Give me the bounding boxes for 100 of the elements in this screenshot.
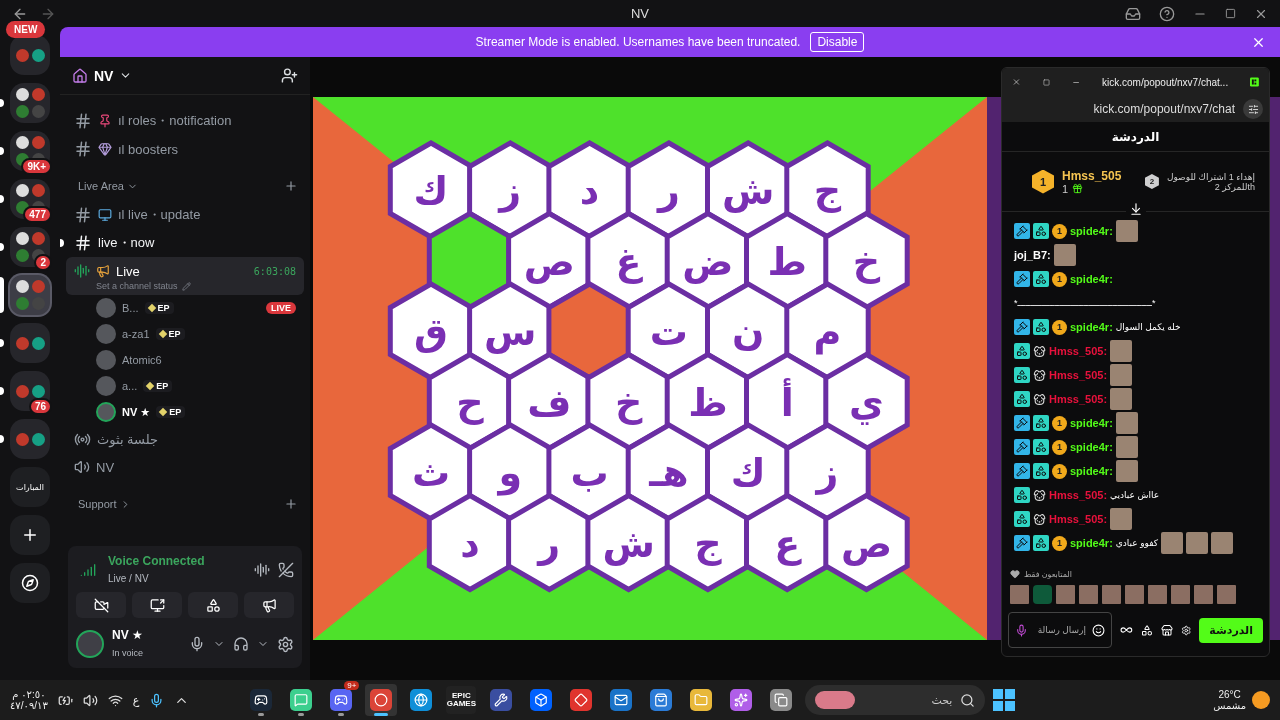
voice-member[interactable]: a... EP: [66, 373, 304, 399]
message-input[interactable]: إرسال رسالة: [1032, 624, 1088, 636]
chat-username[interactable]: spide4r:: [1070, 537, 1113, 549]
gavel-badge-icon: [1014, 463, 1030, 479]
search-input[interactable]: بحث: [861, 693, 955, 707]
sun-icon[interactable]: [1252, 691, 1270, 709]
discover-button[interactable]: [10, 563, 50, 603]
voice-member[interactable]: Atomic6: [66, 347, 304, 373]
server-pip: [0, 387, 4, 395]
server-name[interactable]: NV: [94, 67, 114, 84]
add-channel-icon[interactable]: [284, 179, 298, 193]
category-name[interactable]: Live Area: [78, 180, 124, 192]
server-folder-drawing[interactable]: [10, 83, 50, 123]
maximize-icon[interactable]: [1042, 76, 1050, 88]
microphone-icon[interactable]: [1015, 622, 1028, 638]
text-channel[interactable]: ıl roles・notification: [66, 107, 304, 135]
house-icon: [72, 67, 88, 84]
server-icon-drawing[interactable]: [10, 371, 50, 411]
chat-username[interactable]: Hmss_505:: [1049, 369, 1108, 381]
running-indicator: [374, 713, 389, 716]
taskbar-app[interactable]: 9+: [325, 684, 358, 716]
clock-time[interactable]: ٠٢:٥٠ م: [12, 689, 46, 700]
noise-icon[interactable]: [254, 562, 270, 578]
goal-text: للمركز 2th: [1214, 181, 1255, 192]
camera-off-icon[interactable]: [93, 597, 109, 613]
clock-date[interactable]: ٤٧/٠٩/١٣: [10, 700, 48, 711]
activities-button[interactable]: [188, 592, 238, 618]
text-channel[interactable]: live・now: [66, 229, 304, 257]
headphones-icon[interactable]: [233, 636, 249, 652]
settings-icon[interactable]: [1180, 623, 1192, 637]
gavel-badge-icon: [1014, 223, 1030, 239]
shapes-icon[interactable]: [205, 597, 221, 613]
chat-username[interactable]: spide4r:: [1070, 465, 1113, 477]
voice-member[interactable]: a-za1 EP: [66, 321, 304, 347]
microphone-icon[interactable]: [149, 692, 165, 708]
voice-member[interactable]: NV ★ EP: [66, 399, 304, 425]
chat-username[interactable]: Hmss_505:: [1049, 345, 1108, 357]
soundboard-button[interactable]: [244, 592, 294, 618]
speaker-icon[interactable]: [82, 692, 98, 708]
emoji-icon[interactable]: [1092, 622, 1105, 638]
add-server-button[interactable]: [10, 515, 50, 555]
invite-icon[interactable]: [281, 67, 298, 84]
camera-button[interactable]: [76, 592, 126, 618]
taskbar-app[interactable]: [365, 684, 398, 716]
text-channel[interactable]: ıl live・update: [66, 201, 304, 229]
shapes-badge-icon: [1014, 343, 1030, 359]
chat-username[interactable]: spide4r:: [1070, 441, 1113, 453]
server-icon-drawing[interactable]: [10, 419, 50, 459]
voice-channel[interactable]: NV: [66, 453, 304, 481]
server-folder-drawing[interactable]: [10, 227, 50, 267]
chat-username[interactable]: spide4r:: [1070, 225, 1113, 237]
chat-username[interactable]: Hmss_505:: [1049, 393, 1108, 405]
server-folder-drawing[interactable]: [10, 275, 50, 315]
weather-condition[interactable]: مشمس: [1213, 700, 1246, 711]
server-icon-drawing[interactable]: [10, 35, 50, 75]
maximize-icon[interactable]: [1225, 8, 1236, 19]
disconnect-icon[interactable]: [278, 562, 294, 578]
server-icon-drawing[interactable]: [10, 323, 50, 363]
chat-username[interactable]: Hmss_505:: [1049, 489, 1108, 501]
network-icon[interactable]: [107, 692, 123, 708]
stage-channel[interactable]: جلسة بثوث: [66, 425, 304, 453]
voice-channel-path[interactable]: Live / NV: [108, 573, 149, 584]
emote-image: [1115, 412, 1138, 434]
microphone-icon[interactable]: [189, 636, 205, 652]
megaphone-icon[interactable]: [261, 597, 277, 613]
notification-badge: 9+: [344, 681, 360, 690]
server-icon[interactable]: المبارات: [10, 467, 50, 507]
animal-badge-icon: [1033, 488, 1046, 502]
close-icon[interactable]: [1251, 35, 1266, 50]
add-channel-icon[interactable]: [284, 497, 298, 511]
compass-icon[interactable]: [21, 574, 39, 592]
screen-share-icon[interactable]: [149, 597, 165, 613]
channel-status[interactable]: Set a channel status: [96, 281, 178, 291]
logo-icon: [1250, 75, 1259, 89]
chat-button[interactable]: الدردشة: [1199, 617, 1263, 643]
chat-username[interactable]: spide4r:: [1070, 273, 1113, 285]
temperature[interactable]: 26°C: [1218, 689, 1241, 700]
language-indicator[interactable]: ع: [132, 693, 140, 707]
signal-icon: [80, 562, 96, 578]
voice-channel[interactable]: Live 6:03:08 Set a channel status: [66, 257, 304, 295]
chat-username[interactable]: joj_B7:: [1014, 249, 1051, 261]
help-icon[interactable]: [1159, 5, 1175, 22]
chat-username[interactable]: spide4r:: [1070, 321, 1113, 333]
channel-name: NV: [96, 459, 115, 475]
plus-icon[interactable]: [21, 526, 39, 544]
store-icon[interactable]: [1160, 622, 1173, 638]
chat-username[interactable]: spide4r:: [1070, 417, 1113, 429]
voice-member[interactable]: B... EP LIVE: [66, 295, 304, 321]
windows-logo-icon[interactable]: [993, 689, 1016, 711]
chat-username[interactable]: Hmss_505:: [1049, 513, 1108, 525]
screen-share-button[interactable]: [132, 592, 182, 618]
gift-count: 1: [1062, 182, 1069, 195]
category-name[interactable]: Support: [78, 498, 117, 510]
settings-icon[interactable]: [277, 635, 294, 653]
disable-button[interactable]: Disable: [810, 32, 865, 52]
taskbar-app[interactable]: EPIC GAMES: [445, 684, 478, 716]
text-channel[interactable]: ıl boosters: [66, 135, 304, 163]
avatar[interactable]: [76, 630, 104, 658]
inbox-icon[interactable]: [1125, 5, 1141, 22]
gamepad-icon: [250, 689, 273, 711]
